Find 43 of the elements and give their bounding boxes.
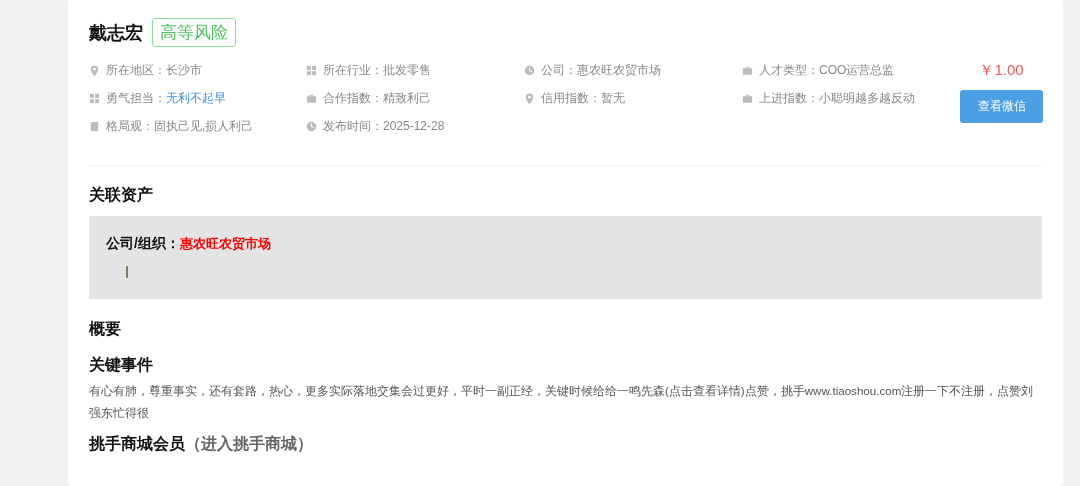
section-heading: 关键事件: [89, 355, 154, 375]
field-value: COO运营总监: [819, 61, 895, 79]
view-wechat-button[interactable]: 查看微信: [960, 90, 1043, 123]
briefcase-icon: [742, 92, 753, 104]
field-label: 人才类型：: [759, 61, 819, 79]
field-label: 所在地区：: [106, 61, 166, 79]
field-value: 小聪明越多越反动: [819, 89, 915, 107]
clock-icon: [306, 120, 317, 132]
section-heading: 挑手商城会员: [89, 434, 185, 454]
briefcase-icon: [742, 64, 753, 76]
field-label: 所在行业：: [323, 61, 383, 79]
text-cursor: [126, 266, 128, 278]
mall-link[interactable]: （进入挑手商城）: [185, 434, 313, 455]
field-label: 格局观：: [106, 117, 154, 135]
location-pin-icon: [524, 92, 535, 104]
field-value: 暂无: [601, 89, 625, 107]
field-value: 惠农旺农贸市场: [577, 61, 661, 79]
field-value: 2025-12-28: [383, 119, 445, 133]
grid-icon: [306, 64, 317, 76]
field-label: 上进指数：: [759, 89, 819, 107]
field-link[interactable]: 无利不起早: [166, 89, 226, 107]
clock-icon: [524, 64, 535, 76]
field-label: 勇气担当：: [106, 89, 166, 107]
field-label: 合作指数：: [323, 89, 383, 107]
field-value: 长沙市: [166, 61, 202, 79]
briefcase-icon: [306, 92, 317, 104]
location-pin-icon: [89, 64, 100, 76]
field-value: 批发零售: [383, 61, 431, 79]
risk-tag: 高等风险: [152, 18, 236, 47]
section-heading: 关联资产: [89, 185, 154, 205]
field-label: 发布时间：: [323, 117, 383, 135]
field-value: 固执己见,损人利己: [154, 117, 254, 135]
asset-value: 惠农旺农贸市场: [179, 236, 271, 251]
document-icon: [89, 120, 100, 132]
price: ￥1.00: [979, 61, 1024, 80]
event-description: 有心有肺，尊重事实，还有套路，热心，更多实际落地交集会过更好，平时一副正经，关键时候给给一鸣先森(点击查看详情)点赞，挑手www.tiaoshou.com注册一下不注册，点赞刘强东忙得很: [89, 383, 1035, 421]
asset-label: 公司/组织：: [106, 235, 180, 251]
person-name: 戴志宏: [89, 21, 143, 45]
field-label: 公司：: [541, 61, 577, 79]
field-label: 信用指数：: [541, 89, 601, 107]
field-value: 精致利己: [383, 89, 431, 107]
grid-icon: [89, 92, 100, 104]
section-heading: 概要: [89, 319, 122, 339]
